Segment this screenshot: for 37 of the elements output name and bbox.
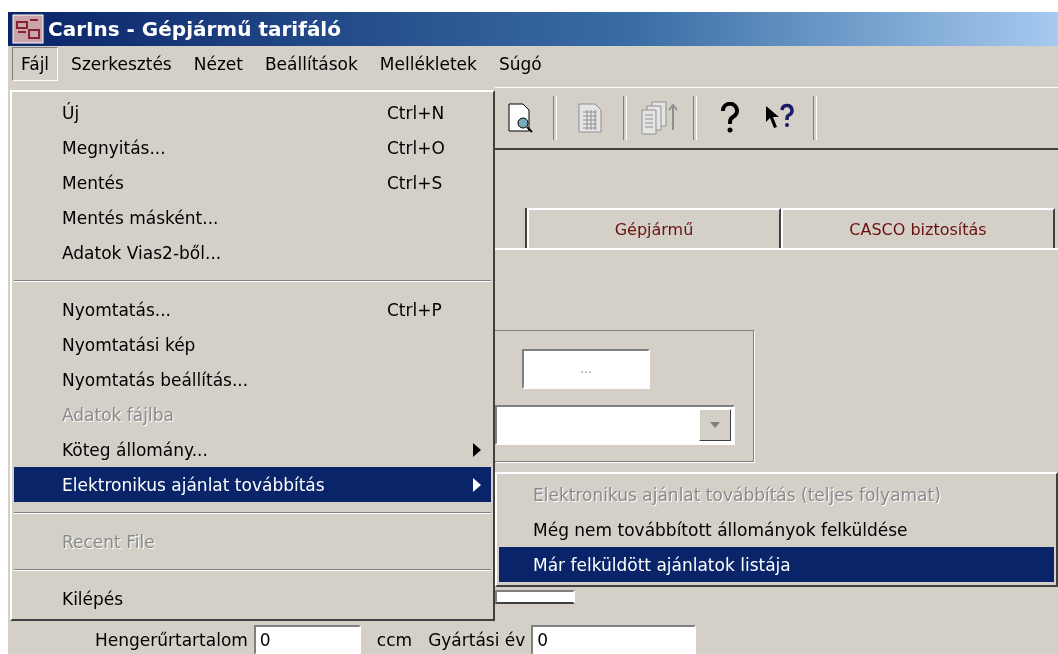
menu-item[interactable]: Még nem továbbított állományok felküldése <box>499 512 1054 547</box>
menu-item[interactable]: Megnyitás... Ctrl+O <box>14 130 491 165</box>
unit-label: ccm <box>376 630 413 650</box>
menu-item[interactable]: Beállítások <box>255 47 367 82</box>
menu-item[interactable]: Elektronikus ajánlat továbbítás <box>14 467 491 502</box>
app-logo-icon <box>12 13 44 44</box>
menu-item[interactable]: Fájl <box>12 47 59 82</box>
input-field[interactable]: 0 <box>253 625 361 654</box>
menu-item[interactable]: Mellékletek <box>370 47 486 82</box>
input-field[interactable]: 0 <box>531 625 697 654</box>
menu-item[interactable]: Mentés másként... <box>14 200 491 235</box>
menu-item[interactable]: Nyomtatási kép <box>14 327 491 362</box>
menu-item[interactable]: Már felküldött ajánlatok listája <box>499 547 1054 582</box>
page-icon <box>575 101 605 135</box>
dropdown-arrow-icon <box>710 422 720 428</box>
input-field[interactable] <box>495 590 575 604</box>
menu-item[interactable]: Köteg állomány... <box>14 432 491 467</box>
menu-item[interactable]: Mentés Ctrl+S <box>14 165 491 200</box>
help-icon <box>718 102 742 134</box>
submenu-arrow-icon <box>473 477 481 492</box>
menu-item[interactable]: Adatok Vias2-ből... <box>14 235 491 270</box>
menu-item[interactable]: Kilépés <box>14 581 491 616</box>
menu-item[interactable]: Szerkesztés <box>62 47 181 82</box>
input-field[interactable]: ... <box>522 349 650 389</box>
menu-item[interactable]: Nyomtatás... Ctrl+P <box>14 292 491 327</box>
menu-item[interactable]: Nézet <box>184 47 252 82</box>
field-label: Hengerűrtartalom <box>95 630 248 650</box>
menu-item[interactable]: Súgó <box>489 47 551 82</box>
tab[interactable]: CASCO biztosítás <box>781 208 1055 248</box>
window-title: CarIns - Gépjármű tarifáló <box>48 16 341 41</box>
field-label: Gyártási év <box>428 630 526 650</box>
menu-item[interactable]: Nyomtatás beállítás... <box>14 362 491 397</box>
dropdown-field[interactable] <box>495 405 735 445</box>
copy-pages-icon <box>640 100 680 136</box>
tab[interactable]: Gépjármű <box>527 208 781 248</box>
submenu-arrow-icon <box>473 442 481 457</box>
menu-item[interactable]: Új Ctrl+N <box>14 95 491 130</box>
